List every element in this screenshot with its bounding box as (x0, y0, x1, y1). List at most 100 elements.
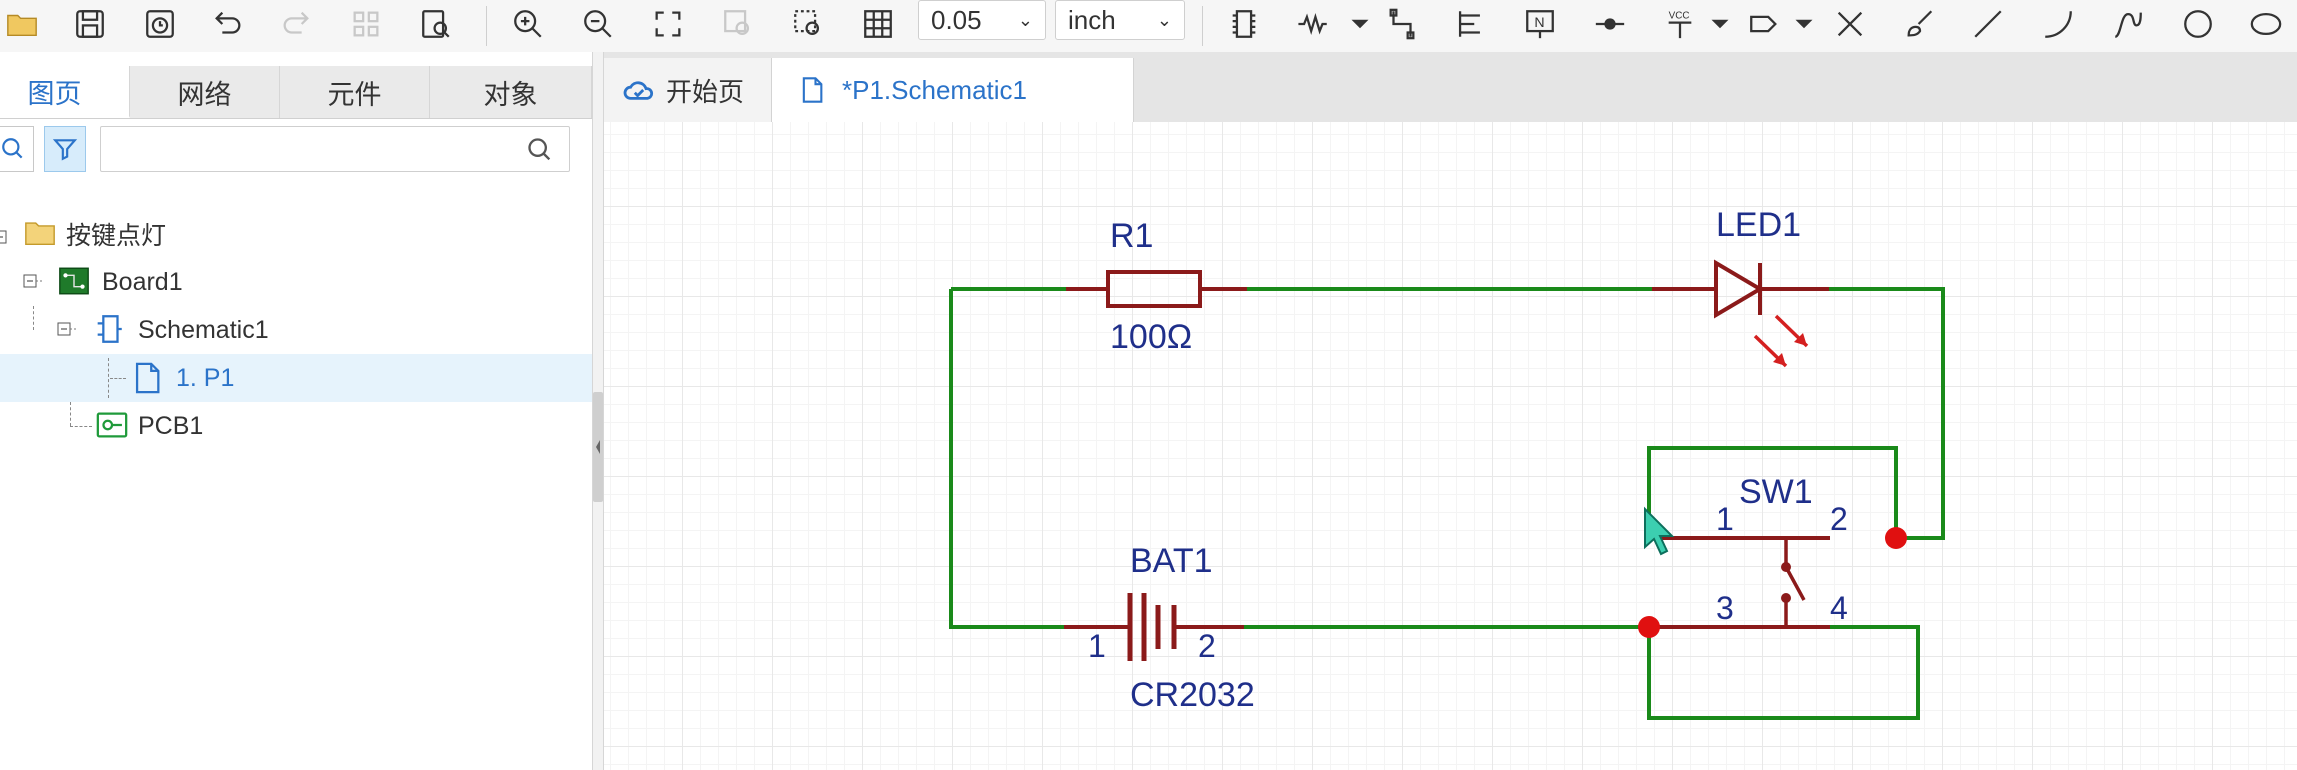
svg-text:N: N (1534, 15, 1544, 31)
line-icon[interactable] (1968, 4, 2008, 44)
wire[interactable] (949, 289, 1064, 629)
bat1-pin-1: 1 (1088, 628, 1106, 664)
search-icon[interactable] (0, 126, 34, 172)
battery-bat1[interactable]: BAT1 1 2 CR2032 (1064, 542, 1255, 714)
grid-size-select[interactable]: 0.05 ⌄ (918, 0, 1046, 40)
led-led1[interactable]: LED1 (1652, 206, 1829, 368)
r1-ref: R1 (1110, 217, 1153, 255)
page-icon (130, 360, 164, 403)
tree-line (110, 378, 126, 380)
grid-size-value: 0.05 (931, 4, 982, 35)
tab-components[interactable]: 元件 (280, 66, 430, 118)
tab-pages[interactable]: 图页 (0, 66, 130, 118)
grid-select-icon[interactable] (346, 4, 386, 44)
ellipse-icon[interactable] (2246, 4, 2286, 44)
collapse-icon[interactable] (0, 224, 12, 244)
tree-item-label: PCB1 (138, 411, 204, 440)
netport-icon[interactable] (1744, 4, 1784, 44)
svg-text:VCC: VCC (1669, 10, 1690, 21)
undo-icon[interactable] (208, 4, 248, 44)
sw1-pin-2: 2 (1830, 501, 1848, 537)
tab-start-page[interactable]: 开始页 (604, 58, 772, 122)
save-clock-icon[interactable] (140, 4, 180, 44)
tree-item-label: Schematic1 (138, 315, 269, 344)
tree-item-board[interactable]: Board1 (0, 258, 592, 306)
tree-line (70, 402, 72, 426)
zoom-area-icon[interactable] (718, 4, 758, 44)
folder-icon[interactable] (2, 4, 42, 44)
unit-select[interactable]: inch ⌄ (1055, 0, 1185, 40)
netlabel-icon[interactable]: N (1520, 4, 1560, 44)
tab-label: 开始页 (666, 76, 745, 107)
filter-icon[interactable] (44, 126, 86, 172)
folder-icon (22, 216, 58, 257)
brush-icon[interactable] (1900, 4, 1940, 44)
search-row (0, 126, 592, 172)
chip-icon[interactable] (1224, 4, 1264, 44)
r1-value: 100Ω (1110, 318, 1192, 356)
zoom-select-icon[interactable] (788, 4, 828, 44)
chevron-down-icon: ⌄ (1156, 9, 1172, 30)
junction-icon[interactable] (1590, 4, 1630, 44)
schematic-canvas[interactable]: R1 100Ω LED1 SW1 1 2 3 4 BAT1 1 2 CR2032 (604, 122, 2297, 770)
resistor-r1[interactable]: R1 100Ω (1066, 217, 1247, 356)
chevron-down-icon: ⌄ (1017, 9, 1033, 30)
grid-icon[interactable] (858, 4, 898, 44)
unit-value: inch (1068, 4, 1116, 35)
resistor-tool-icon[interactable] (1294, 4, 1334, 44)
panel-splitter[interactable] (592, 52, 604, 770)
bat1-value: CR2032 (1130, 676, 1255, 714)
redo-icon[interactable] (276, 4, 316, 44)
circle-icon[interactable] (2178, 4, 2218, 44)
save-icon[interactable] (70, 4, 110, 44)
tree-line (70, 426, 92, 428)
collapse-icon[interactable] (56, 319, 78, 348)
chevron-down-icon[interactable] (1700, 4, 1740, 44)
board-icon (56, 264, 92, 305)
bus-icon[interactable] (1450, 4, 1490, 44)
cloud-icon (622, 76, 656, 104)
sw1-pin-4: 4 (1830, 590, 1848, 626)
sw1-ref: SW1 (1739, 473, 1813, 511)
bat1-pin-2: 2 (1198, 628, 1216, 664)
wire-tool-icon[interactable] (1382, 4, 1422, 44)
tree-item-pcb[interactable]: PCB1 (0, 402, 592, 450)
bat1-ref: BAT1 (1130, 542, 1213, 580)
junction-dot[interactable] (1885, 527, 1907, 549)
led1-ref: LED1 (1716, 206, 1801, 244)
pcb-icon (94, 408, 130, 449)
arc-icon[interactable] (2038, 4, 2078, 44)
schematic-drawing: R1 100Ω LED1 SW1 1 2 3 4 BAT1 1 2 CR2032 (949, 206, 1945, 720)
collapse-icon[interactable] (22, 271, 44, 300)
tree-item-label: Board1 (102, 267, 183, 296)
chevron-down-icon[interactable] (1784, 4, 1824, 44)
left-panel: 图页 网络 元件 对象 按键点灯 Board1 Schematic1 1. P1… (0, 52, 592, 770)
find-icon[interactable] (416, 4, 456, 44)
wire[interactable] (1647, 625, 1920, 720)
search-input[interactable] (100, 126, 570, 172)
junction-dot[interactable] (1638, 616, 1660, 638)
tab-label: *P1.Schematic1 (842, 74, 1027, 105)
page-icon (798, 74, 826, 106)
fit-icon[interactable] (648, 4, 688, 44)
tree-item-page[interactable]: 1. P1 (0, 354, 592, 402)
vcc-icon[interactable]: VCC (1660, 4, 1700, 44)
tree-line (33, 306, 35, 330)
chevron-down-icon[interactable] (1340, 4, 1380, 44)
zoom-in-icon[interactable] (508, 4, 548, 44)
switch-sw1[interactable]: SW1 1 2 3 4 (1649, 473, 1848, 629)
no-connect-icon[interactable] (1830, 4, 1870, 44)
search-icon[interactable] (526, 136, 554, 169)
tab-schematic-page[interactable]: *P1.Schematic1 (772, 58, 1134, 122)
splitter-handle[interactable] (593, 392, 603, 502)
toolbar: 0.05 ⌄ inch ⌄ N VCC (0, 0, 2297, 53)
tree-item-label: 按键点灯 (66, 222, 167, 250)
curve-icon[interactable] (2108, 4, 2148, 44)
tab-objects[interactable]: 对象 (430, 66, 592, 118)
tree-item-project[interactable]: 按键点灯 (0, 210, 592, 258)
tab-nets[interactable]: 网络 (130, 66, 280, 118)
tree-item-schematic[interactable]: Schematic1 (0, 306, 592, 354)
panel-tabs: 图页 网络 元件 对象 (0, 66, 592, 119)
sw1-pin-1: 1 (1716, 501, 1734, 537)
zoom-out-icon[interactable] (578, 4, 618, 44)
